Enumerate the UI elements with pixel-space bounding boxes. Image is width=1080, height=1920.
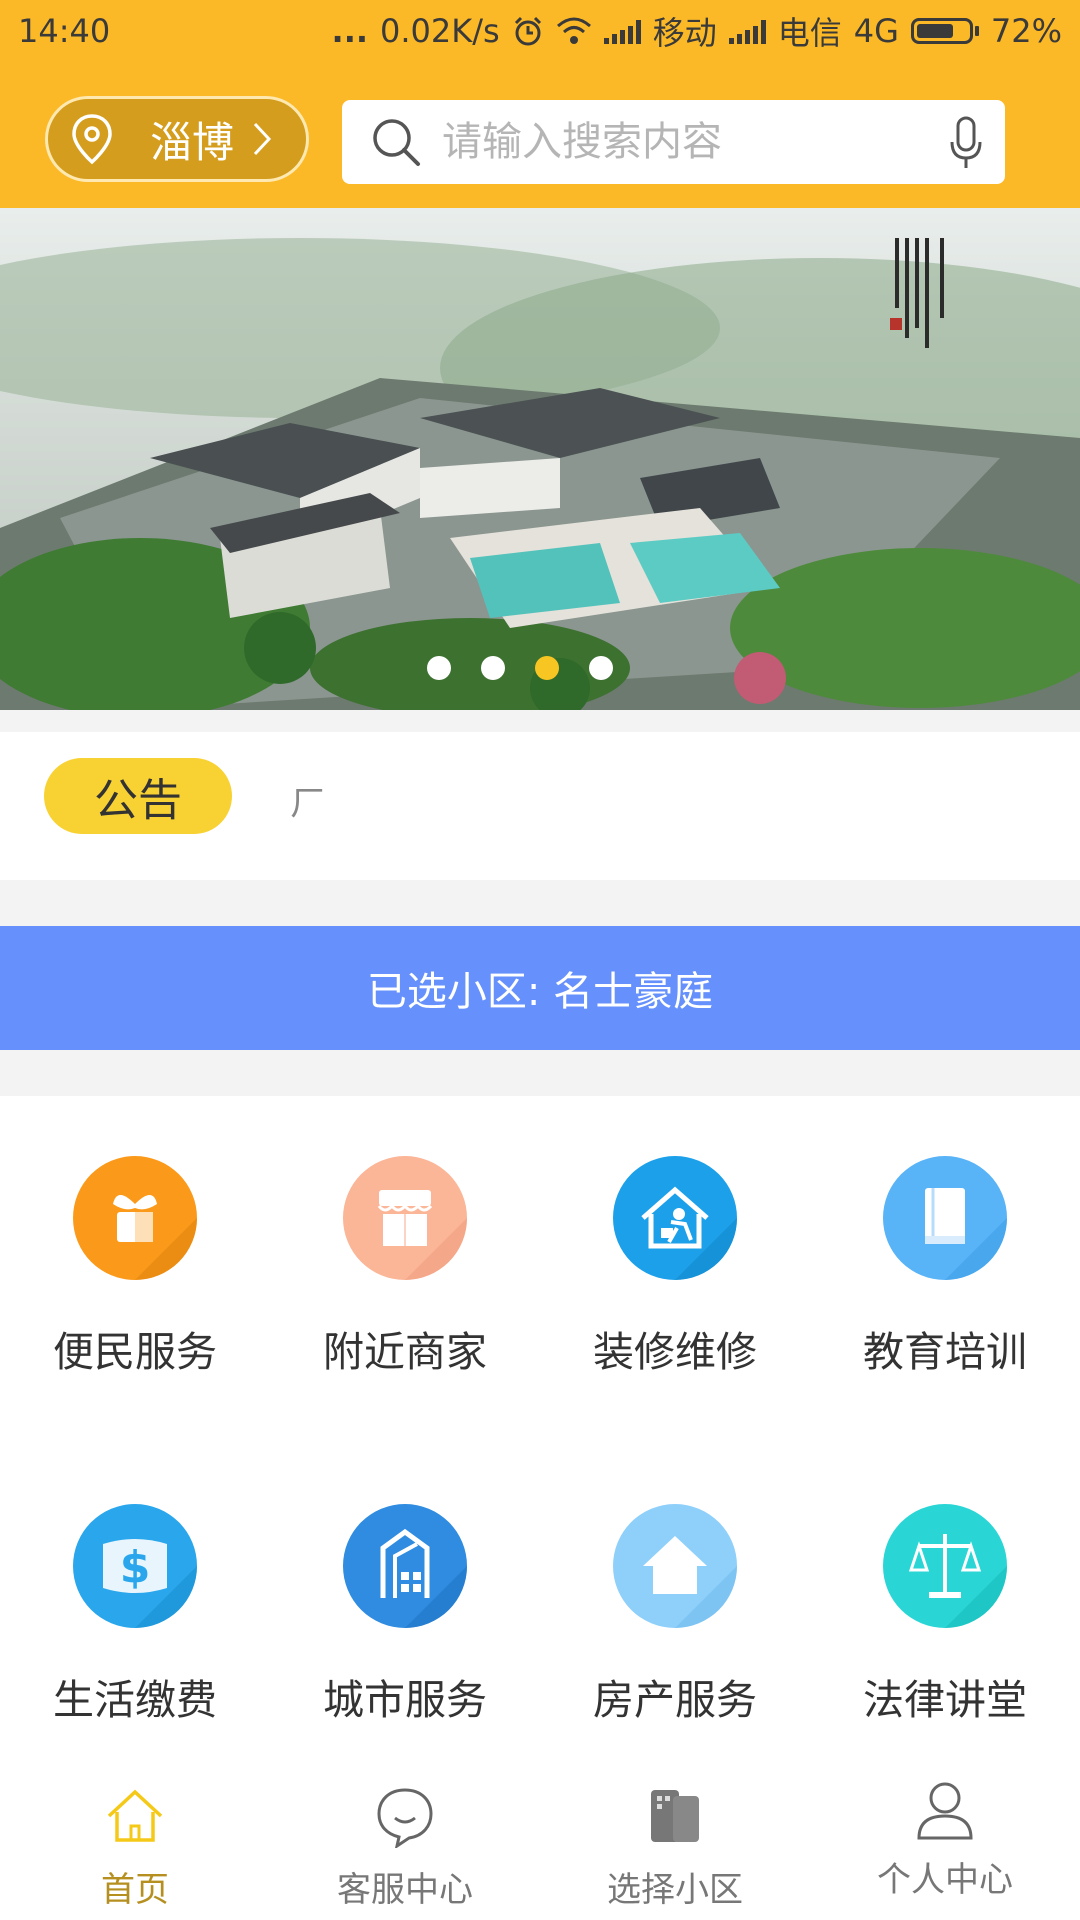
tab-label: 选择小区 [607, 1870, 743, 1910]
service-item-real-estate[interactable]: 房产服务 [540, 1504, 810, 1726]
carousel-dot[interactable] [535, 656, 559, 680]
search-input[interactable] [440, 118, 924, 166]
service-item-nearby-shops[interactable]: 附近商家 [270, 1156, 540, 1378]
divider [0, 710, 1080, 732]
carousel-dot[interactable] [481, 656, 505, 680]
selected-community-label: 已选小区: 名士豪庭 [366, 969, 714, 1015]
banner-image [0, 208, 1080, 710]
search-icon [373, 119, 420, 166]
service-item-bill-payment[interactable]: $ 生活缴费 [0, 1504, 270, 1726]
divider [0, 1050, 1080, 1096]
microphone-icon[interactable] [949, 116, 983, 170]
service-item-education[interactable]: 教育培训 [810, 1156, 1080, 1378]
carousel-dot[interactable] [589, 656, 613, 680]
selected-community-bar[interactable]: 已选小区: 名士豪庭 [0, 926, 1080, 1050]
svg-text:$: $ [120, 1542, 151, 1593]
status-time: 14:40 [18, 12, 111, 50]
notice-bar[interactable]: 公告 ㄏ [0, 732, 1080, 880]
bottom-tab-bar: 首页 客服中心 选择小区 个人中心 [0, 1756, 1080, 1920]
book-icon [883, 1156, 1007, 1280]
payment-icon: $ [73, 1504, 197, 1628]
community-icon [651, 1790, 699, 1842]
service-label: 教育培训 [863, 1328, 1027, 1376]
network-type: 4G [853, 12, 899, 50]
carrier-2: 电信 [777, 14, 842, 52]
sprout-icon [73, 1156, 197, 1280]
battery-percent: 72% [990, 12, 1062, 50]
carousel-indicator[interactable] [0, 656, 1060, 680]
service-label: 附近商家 [323, 1328, 487, 1376]
building-icon [343, 1504, 467, 1628]
service-item-legal[interactable]: 法律讲堂 [810, 1504, 1080, 1726]
carousel-dot[interactable] [427, 656, 451, 680]
service-label: 房产服务 [593, 1676, 757, 1724]
house-icon [613, 1504, 737, 1628]
location-pin-icon [72, 114, 112, 165]
tab-label: 个人中心 [877, 1860, 1013, 1900]
service-label: 法律讲堂 [863, 1676, 1027, 1724]
signal-icon-2 [728, 18, 766, 44]
tab-label: 客服中心 [337, 1870, 473, 1910]
service-label: 便民服务 [53, 1328, 217, 1376]
carrier-1: 移动 [652, 14, 717, 52]
service-label: 城市服务 [323, 1676, 487, 1724]
service-label: 装修维修 [593, 1328, 757, 1376]
tab-personal-center[interactable]: 个人中心 [810, 1756, 1080, 1920]
user-icon [917, 1782, 973, 1840]
service-item-convenience[interactable]: 便民服务 [0, 1156, 270, 1378]
repair-icon [613, 1156, 737, 1280]
tab-customer-service[interactable]: 客服中心 [270, 1756, 540, 1920]
signal-icon [603, 18, 641, 44]
service-label: 生活缴费 [53, 1676, 217, 1724]
chat-icon [377, 1788, 433, 1848]
banner-carousel[interactable] [0, 208, 1080, 710]
notice-text[interactable]: ㄏ [290, 774, 326, 826]
shop-icon [343, 1156, 467, 1280]
more-notifications-icon: ... [331, 12, 368, 50]
service-item-renovation[interactable]: 装修维修 [540, 1156, 810, 1378]
tab-label: 首页 [101, 1870, 169, 1910]
city-selector-button[interactable]: 淄博 [45, 96, 309, 182]
service-grid: 便民服务 附近商家 装修维修 教育培训 $ 生活缴费 城市服务 房产服务 法律讲… [0, 1096, 1080, 1756]
net-speed: 0.02K/s [380, 12, 500, 50]
wifi-icon [556, 17, 591, 44]
chevron-right-icon [253, 122, 272, 156]
tab-select-community[interactable]: 选择小区 [540, 1756, 810, 1920]
notice-badge: 公告 [44, 758, 232, 834]
search-box[interactable] [342, 100, 1005, 184]
battery-icon [910, 18, 979, 44]
home-icon [107, 1789, 163, 1842]
divider [0, 880, 1080, 926]
scales-icon [883, 1504, 1007, 1628]
tab-home[interactable]: 首页 [0, 1756, 270, 1920]
service-item-city-services[interactable]: 城市服务 [270, 1504, 540, 1726]
alarm-icon [514, 16, 541, 46]
header: 淄博 [0, 62, 1080, 208]
city-label: 淄博 [150, 117, 235, 167]
status-bar: 14:40 ... 0.02K/s 移动 电信 4G 72% [0, 0, 1080, 62]
